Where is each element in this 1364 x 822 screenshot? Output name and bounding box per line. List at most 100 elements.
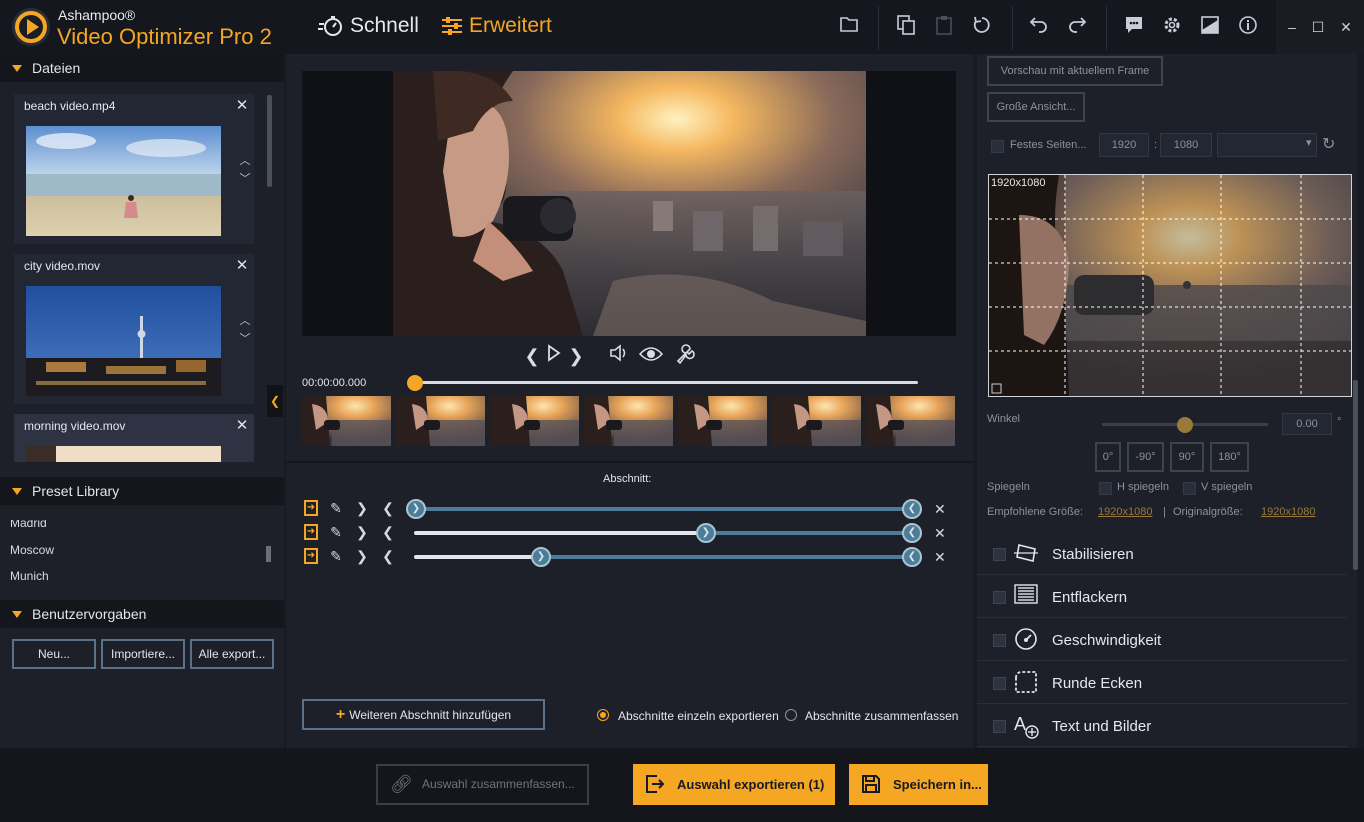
set-end-icon[interactable]: ❮ (380, 548, 396, 564)
save-in-button[interactable]: Speichern in... (849, 764, 988, 805)
close-icon[interactable]: ✕ (234, 98, 250, 114)
segment-end-handle[interactable]: ❮ (902, 547, 922, 567)
import-preset-button[interactable]: Importiere... (101, 639, 185, 669)
speed-checkbox[interactable] (993, 634, 1006, 647)
angle-minus90-button[interactable]: -90° (1127, 442, 1164, 472)
tab-erweitert[interactable]: Erweitert (441, 14, 552, 38)
set-start-icon[interactable]: ❯ (354, 500, 370, 516)
wrench-icon[interactable] (674, 344, 696, 368)
v-mirror-checkbox[interactable] (1183, 482, 1196, 495)
maximize-icon[interactable]: ☐ (1308, 17, 1328, 37)
deflicker-checkbox[interactable] (993, 591, 1006, 604)
pencil-icon[interactable]: ✎ (328, 500, 344, 516)
original-size-link[interactable]: 1920x1080 (1261, 506, 1315, 518)
file-item-city[interactable]: city video.mov ✕ ︿ ﹀ (14, 254, 254, 404)
set-start-icon[interactable]: ❯ (354, 524, 370, 540)
pencil-icon[interactable]: ✎ (328, 548, 344, 564)
ratio-dropdown[interactable] (1217, 133, 1317, 157)
export-segment-icon[interactable]: ➜ (304, 500, 318, 516)
pencil-icon[interactable]: ✎ (328, 524, 344, 540)
volume-icon[interactable] (608, 344, 630, 368)
segment-end-handle[interactable]: ❮ (902, 499, 922, 519)
reorder-arrows[interactable]: ︿ ﹀ (238, 312, 252, 348)
segment-start-handle[interactable]: ❯ (406, 499, 426, 519)
reset-ratio-icon[interactable]: ↻ (1322, 134, 1335, 154)
delete-segment-icon[interactable]: ✕ (934, 502, 946, 516)
set-start-icon[interactable]: ❯ (354, 548, 370, 564)
export-segment-icon[interactable]: ➜ (304, 548, 318, 564)
preset-item-moscow[interactable]: Moscow (10, 543, 54, 557)
close-icon[interactable]: ✕ (234, 418, 250, 434)
filmstrip-frame[interactable] (490, 396, 579, 446)
radio-merge-sections[interactable] (785, 709, 797, 721)
radio-export-separate-label[interactable]: Abschnitte einzeln exportieren (618, 709, 779, 723)
height-input[interactable]: 1080 (1160, 133, 1212, 157)
filmstrip-frame[interactable] (866, 396, 955, 446)
file-item-morning[interactable]: morning video.mov ✕ (14, 414, 254, 462)
filmstrip-frame[interactable] (678, 396, 767, 446)
fixed-ratio-checkbox[interactable] (991, 140, 1004, 153)
segment-start-handle[interactable]: ❯ (531, 547, 551, 567)
feature-deflicker[interactable]: Entflackern (977, 576, 1347, 618)
text-images-checkbox[interactable] (993, 720, 1006, 733)
large-view-button[interactable]: Große Ansicht... (987, 92, 1085, 122)
width-input[interactable]: 1920 (1099, 133, 1149, 157)
merge-selection-button[interactable]: 🔗︎ Auswahl zusammenfassen... (376, 764, 589, 805)
seek-handle[interactable] (407, 375, 423, 391)
files-scrollbar[interactable] (267, 95, 272, 187)
filmstrip-frame[interactable] (396, 396, 485, 446)
collapse-left-panel-icon[interactable]: ❮ (267, 385, 283, 417)
angle-slider-handle[interactable] (1177, 417, 1193, 433)
set-end-icon[interactable]: ❮ (380, 524, 396, 540)
feature-stabilize[interactable]: Stabilisieren (977, 533, 1347, 575)
undo-icon[interactable] (1028, 15, 1050, 37)
clipboard-icon[interactable] (933, 15, 955, 37)
set-end-icon[interactable]: ❮ (380, 500, 396, 516)
segment-start-handle[interactable]: ❯ (696, 523, 716, 543)
minimize-icon[interactable]: – (1282, 17, 1302, 37)
previous-frame-icon[interactable]: ❮ (524, 344, 540, 368)
delete-segment-icon[interactable]: ✕ (934, 550, 946, 564)
filmstrip-frame[interactable] (772, 396, 861, 446)
export-segment-icon[interactable]: ➜ (304, 524, 318, 540)
stabilize-checkbox[interactable] (993, 548, 1006, 561)
folder-icon[interactable] (838, 15, 860, 37)
close-icon[interactable]: ✕ (234, 258, 250, 274)
seek-bar[interactable] (414, 381, 918, 384)
feature-text-images[interactable]: A Text und Bilder (977, 705, 1347, 747)
filmstrip-frame[interactable] (302, 396, 391, 446)
preview-current-frame-button[interactable]: Vorschau mit aktuellem Frame (987, 56, 1163, 86)
close-icon[interactable]: ✕ (1336, 17, 1356, 37)
filmstrip-frame[interactable] (584, 396, 673, 446)
files-section-header[interactable]: Dateien (0, 54, 284, 82)
radio-export-separate[interactable] (597, 709, 609, 721)
gear-icon[interactable] (1161, 15, 1183, 37)
h-mirror-checkbox[interactable] (1099, 482, 1112, 495)
reset-icon[interactable] (971, 15, 993, 37)
copy-icon[interactable] (895, 15, 917, 37)
feature-rounded-corners[interactable]: Runde Ecken (977, 662, 1347, 704)
right-panel-scrollbar[interactable] (1353, 380, 1358, 570)
recommended-size-link[interactable]: 1920x1080 (1098, 506, 1152, 518)
chat-icon[interactable] (1123, 15, 1145, 37)
delete-segment-icon[interactable]: ✕ (934, 526, 946, 540)
add-section-button[interactable]: + Weiteren Abschnitt hinzufügen (302, 699, 545, 730)
crop-preview[interactable] (988, 174, 1352, 397)
play-icon[interactable] (545, 344, 563, 368)
eye-icon[interactable] (638, 344, 664, 368)
tab-schnell[interactable]: Schnell (318, 14, 419, 38)
export-all-button[interactable]: Alle export... (190, 639, 274, 669)
file-item-beach[interactable]: beach video.mp4 ✕ ︿ ﹀ (14, 94, 254, 244)
export-selection-button[interactable]: Auswahl exportieren (1) (633, 764, 835, 805)
info-icon[interactable] (1237, 15, 1259, 37)
angle-180-button[interactable]: 180° (1210, 442, 1249, 472)
radio-merge-sections-label[interactable]: Abschnitte zusammenfassen (805, 709, 958, 723)
image-icon[interactable] (1199, 15, 1221, 37)
new-preset-button[interactable]: Neu... (12, 639, 96, 669)
feature-speed[interactable]: Geschwindigkeit (977, 619, 1347, 661)
preset-library-header[interactable]: Preset Library (0, 477, 284, 505)
angle-input[interactable]: 0.00 (1282, 413, 1332, 435)
preset-scrollbar[interactable] (266, 546, 271, 562)
rounded-corners-checkbox[interactable] (993, 677, 1006, 690)
redo-icon[interactable] (1066, 15, 1088, 37)
